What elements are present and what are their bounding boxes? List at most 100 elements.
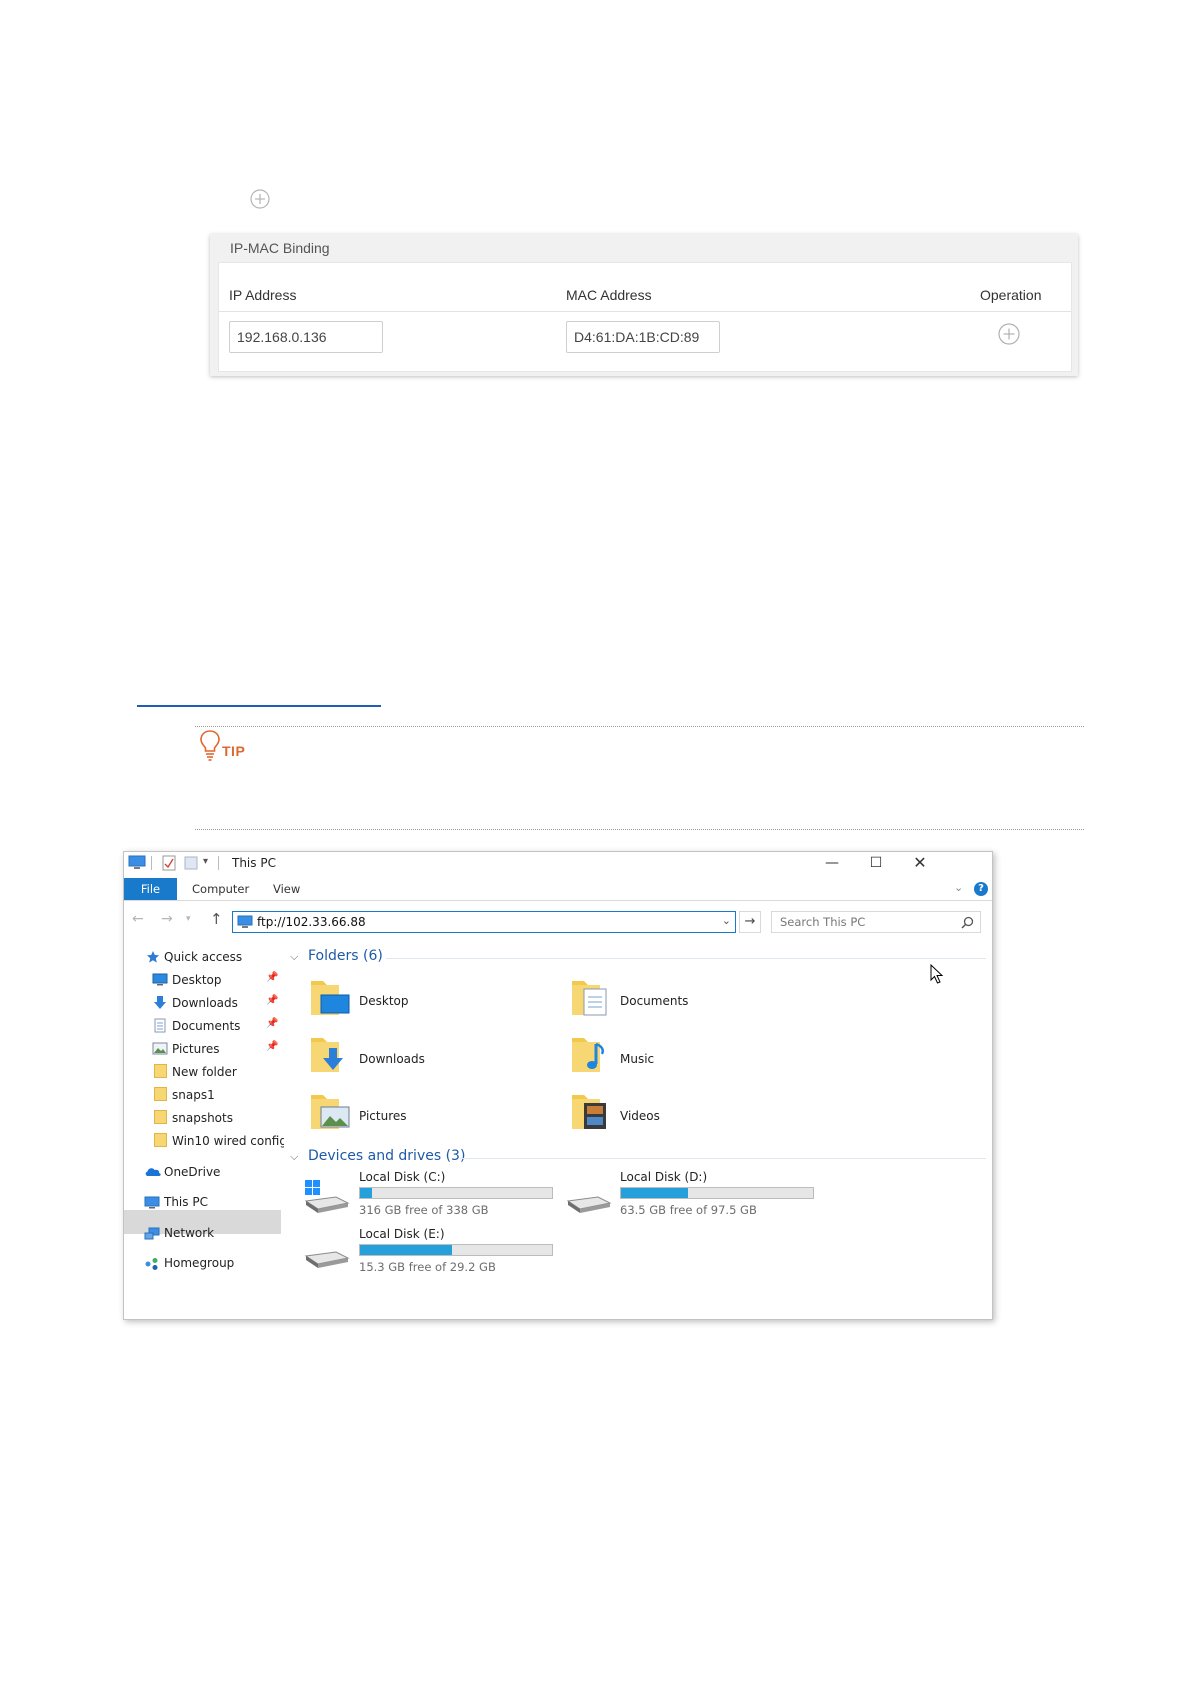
binding-table: IP Address MAC Address Operation 192.168… [218,262,1072,372]
drive-e-usage-bar [359,1244,553,1256]
tip-label: TIP [222,743,246,759]
tab-view[interactable]: View [273,878,300,900]
folder-icon [154,1064,167,1078]
desktop-folder-icon[interactable] [309,977,353,1017]
lightbulb-icon [200,730,220,761]
sidebar-item-documents[interactable]: Documents [172,1015,240,1037]
folder-icon [154,1110,167,1124]
up-arrow-icon[interactable]: ↑ [210,910,223,928]
address-text: ftp://102.33.66.88 [257,915,366,929]
tab-file[interactable]: File [124,878,177,900]
add-circle-icon[interactable] [250,189,270,209]
titlebar-separator [218,856,219,870]
documents-folder-icon[interactable] [570,977,614,1017]
folder-videos-label[interactable]: Videos [620,1109,660,1123]
column-header-mac: MAC Address [566,287,652,303]
pictures-folder-icon[interactable] [309,1091,353,1131]
add-row-icon[interactable] [998,323,1020,345]
sidebar-item-desktop[interactable]: Desktop [172,969,222,991]
drive-e-name[interactable]: Local Disk (E:) [359,1227,445,1241]
mouse-cursor-icon [930,964,944,984]
tip-callout: TIP [198,729,254,763]
pin-icon: 📌 [266,995,279,1006]
drive-e-usage-fill [360,1245,452,1255]
drive-d-free-space: 63.5 GB free of 97.5 GB [620,1203,757,1217]
customize-toolbar-icon[interactable]: ▾ [203,856,208,867]
pin-icon: 📌 [266,972,279,983]
pictures-icon [152,1042,168,1055]
collapse-chevron-icon[interactable]: ⌵ [290,950,298,964]
sidebar-item-new-folder[interactable]: New folder [172,1061,237,1083]
drive-d-name[interactable]: Local Disk (D:) [620,1170,707,1184]
documents-icon [154,1018,166,1033]
tip-top-divider [195,726,1084,727]
address-bar[interactable]: ftp://102.33.66.88 ⌄ [232,911,736,933]
sidebar-item-homegroup[interactable]: Homegroup [164,1252,234,1274]
videos-folder-icon[interactable] [570,1091,614,1131]
group-divider [386,958,986,959]
collapse-chevron-icon[interactable]: ⌵ [290,1150,298,1164]
header-divider [219,311,1071,312]
window-title: This PC [232,856,276,870]
group-divider [460,1158,986,1159]
sidebar-item-network[interactable]: Network [164,1222,214,1244]
close-icon[interactable]: ✕ [898,852,942,874]
column-header-ip: IP Address [229,287,297,303]
cloud-icon [145,1168,161,1176]
tab-computer[interactable]: Computer [192,878,249,900]
maximize-icon[interactable]: ☐ [854,852,898,874]
folder-downloads-label[interactable]: Downloads [359,1052,425,1066]
hard-drive-icon[interactable] [304,1234,350,1270]
hard-drive-icon[interactable] [566,1179,612,1215]
folder-desktop-label[interactable]: Desktop [359,994,409,1008]
pin-icon: 📌 [266,1041,279,1052]
drive-e-free-space: 15.3 GB free of 29.2 GB [359,1260,496,1274]
back-arrow-icon[interactable]: ← [132,911,144,927]
ribbon-bar [124,878,992,901]
downloads-folder-icon[interactable] [309,1034,353,1074]
sidebar-item-win10-wired-config[interactable]: Win10 wired config [172,1130,287,1152]
expand-ribbon-icon[interactable]: ⌄ [954,881,963,894]
search-input[interactable]: Search This PC [771,911,981,933]
folder-music-label[interactable]: Music [620,1052,654,1066]
sidebar-item-downloads[interactable]: Downloads [172,992,238,1014]
column-header-operation: Operation [980,287,1042,303]
go-arrow-icon[interactable]: → [739,911,761,933]
this-pc-icon [237,915,253,928]
titlebar-separator [151,856,152,870]
recent-locations-icon[interactable]: ▾ [186,914,191,924]
drive-c-name[interactable]: Local Disk (C:) [359,1170,445,1184]
sidebar-item-this-pc[interactable]: This PC [164,1191,208,1213]
properties-icon[interactable] [162,855,176,871]
folder-icon [154,1133,167,1147]
sidebar-item-quick-access[interactable]: Quick access [164,946,242,968]
windows-drive-icon[interactable] [304,1179,350,1215]
address-dropdown-icon[interactable]: ⌄ [722,914,731,927]
folder-icon [154,1087,167,1101]
panel-title: IP-MAC Binding [230,240,330,256]
drive-c-free-space: 316 GB free of 338 GB [359,1203,489,1217]
sidebar-item-onedrive[interactable]: OneDrive [164,1161,220,1183]
search-placeholder: Search This PC [780,915,866,929]
ip-address-input[interactable]: 192.168.0.136 [229,321,383,353]
folder-pictures-label[interactable]: Pictures [359,1109,407,1123]
forward-arrow-icon[interactable]: → [161,911,173,927]
sidebar-item-snaps1[interactable]: snaps1 [172,1084,215,1106]
music-folder-icon[interactable] [570,1034,614,1074]
search-icon[interactable] [961,916,974,929]
folders-group-header[interactable]: Folders (6) [308,948,383,964]
this-pc-icon [128,855,146,869]
ip-mac-binding-panel: IP-MAC Binding IP Address MAC Address Op… [210,234,1078,376]
mac-address-input[interactable]: D4:61:DA:1B:CD:89 [566,321,720,353]
new-folder-icon[interactable] [184,855,198,871]
sidebar-item-pictures[interactable]: Pictures [172,1038,220,1060]
help-icon[interactable]: ? [974,882,988,896]
folder-documents-label[interactable]: Documents [620,994,688,1008]
file-explorer-window: ▾ This PC — ☐ ✕ File Computer View ⌄ ? ←… [123,851,993,1320]
drives-group-header[interactable]: Devices and drives (3) [308,1148,465,1164]
network-icon [144,1227,160,1240]
pin-icon: 📌 [266,1018,279,1029]
this-pc-icon [144,1196,160,1209]
sidebar-item-snapshots[interactable]: snapshots [172,1107,233,1129]
minimize-icon[interactable]: — [810,852,854,874]
